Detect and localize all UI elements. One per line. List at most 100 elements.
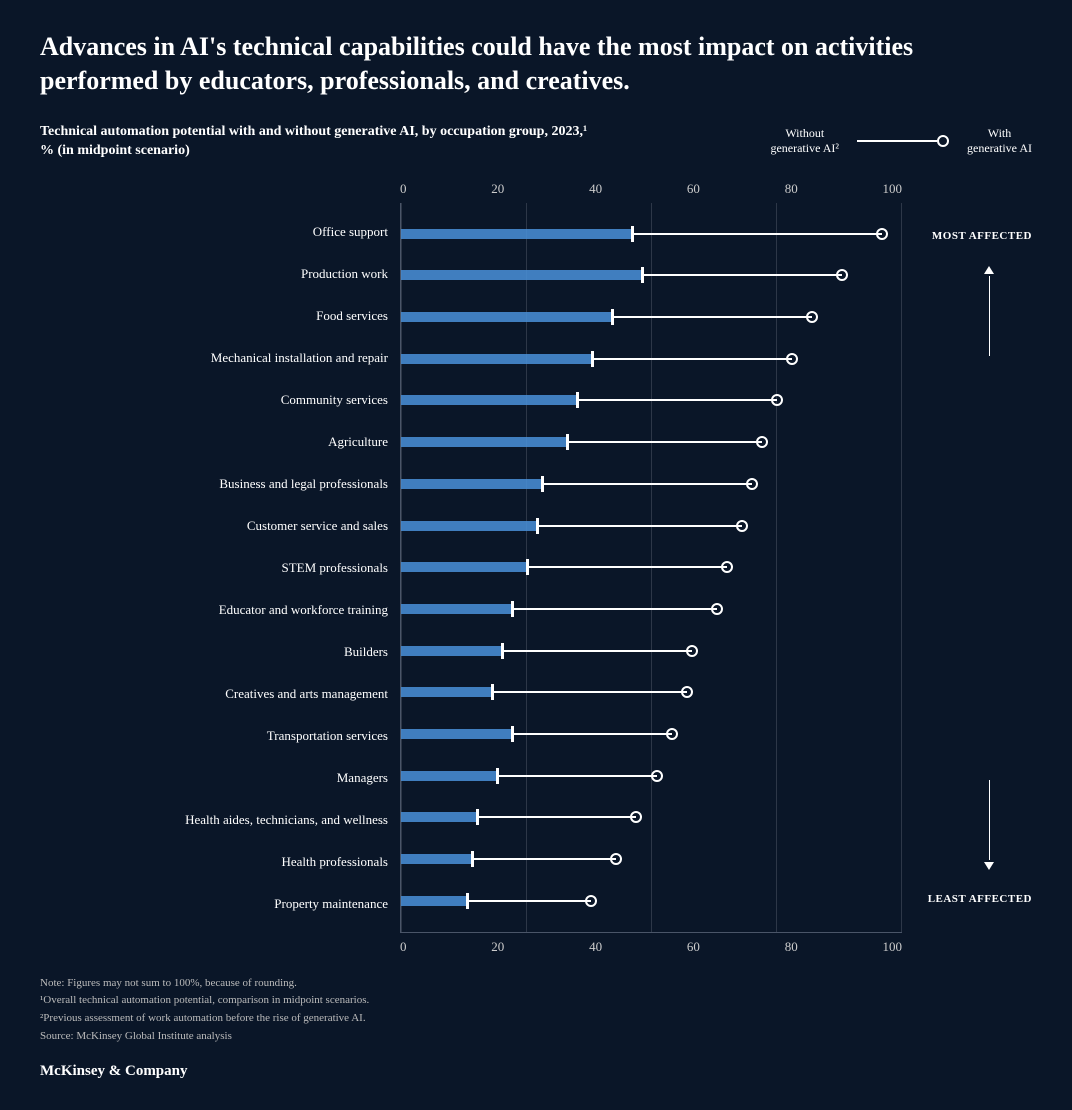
bar-circle-with-gen-ai — [786, 353, 798, 365]
bar-row — [401, 553, 902, 581]
footnote: ¹Overall technical automation potential,… — [40, 992, 1032, 1010]
legend-without-label: Without generative AI² — [770, 126, 839, 157]
bar-circle-with-gen-ai — [681, 686, 693, 698]
bar-circle-with-gen-ai — [721, 561, 733, 573]
bar-connector — [476, 816, 636, 818]
bar-row — [401, 261, 902, 289]
least-affected-label: LEAST AFFECTED — [928, 892, 1032, 906]
bar-without-gen-ai — [401, 604, 511, 614]
bar-without-gen-ai — [401, 354, 591, 364]
bar-connector — [501, 650, 691, 652]
chart-right: 020406080100 020406080100 — [400, 181, 902, 955]
y-label: Educator and workforce training — [40, 589, 400, 631]
footnote: Note: Figures may not sum to 100%, becau… — [40, 975, 1032, 993]
y-label: Transportation services — [40, 715, 400, 757]
y-label: Production work — [40, 253, 400, 295]
bar-row — [401, 220, 902, 248]
arrow-line-top — [989, 276, 990, 356]
bar-connector — [591, 358, 791, 360]
bar-connector — [491, 691, 686, 693]
bar-connector — [641, 274, 841, 276]
x-axis-top-label: 40 — [589, 181, 602, 197]
bar-connector — [466, 900, 591, 902]
y-label: Property maintenance — [40, 883, 400, 925]
legend-with-label: With generative AI — [967, 126, 1032, 157]
bar-without-gen-ai — [401, 896, 466, 906]
bar-circle-with-gen-ai — [711, 603, 723, 615]
bar-connector — [541, 483, 751, 485]
bar-row — [401, 470, 902, 498]
most-affected-arrow — [984, 266, 994, 356]
x-axis-bottom-label: 60 — [687, 939, 700, 955]
x-axis-bottom-label: 80 — [785, 939, 798, 955]
x-axis-bottom-label: 100 — [882, 939, 902, 955]
footnote: ²Previous assessment of work automation … — [40, 1010, 1032, 1028]
bar-without-gen-ai — [401, 729, 511, 739]
bars-container — [401, 203, 902, 932]
bar-connector — [471, 858, 616, 860]
y-labels: Office supportProduction workFood servic… — [40, 181, 400, 955]
x-axis-top-label: 80 — [785, 181, 798, 197]
y-label: Business and legal professionals — [40, 463, 400, 505]
y-label: Agriculture — [40, 421, 400, 463]
bar-without-gen-ai — [401, 854, 471, 864]
bar-connector — [511, 733, 671, 735]
chart-subtitle: Technical automation potential with and … — [40, 122, 600, 161]
legend-line — [857, 135, 949, 147]
x-axis-top-label: 20 — [491, 181, 504, 197]
y-label: Builders — [40, 631, 400, 673]
y-label: Managers — [40, 757, 400, 799]
arrow-head-down — [984, 862, 994, 870]
bar-row — [401, 595, 902, 623]
y-label: Mechanical installation and repair — [40, 337, 400, 379]
y-label: Health professionals — [40, 841, 400, 883]
bar-without-gen-ai — [401, 687, 491, 697]
arrow-line-bottom — [989, 780, 990, 860]
x-axis-top-label: 60 — [687, 181, 700, 197]
y-label: Office support — [40, 211, 400, 253]
footnote: Source: McKinsey Global Institute analys… — [40, 1028, 1032, 1046]
x-axis-bottom-label: 0 — [400, 939, 407, 955]
y-label: STEM professionals — [40, 547, 400, 589]
bar-row — [401, 720, 902, 748]
bar-row — [401, 386, 902, 414]
y-label: Community services — [40, 379, 400, 421]
bar-circle-with-gen-ai — [585, 895, 597, 907]
bar-row — [401, 303, 902, 331]
bar-circle-with-gen-ai — [651, 770, 663, 782]
bar-circle-with-gen-ai — [666, 728, 678, 740]
legend: Without generative AI² With generative A… — [770, 126, 1032, 157]
least-affected-arrow — [984, 780, 994, 870]
bar-without-gen-ai — [401, 812, 476, 822]
bar-circle-with-gen-ai — [836, 269, 848, 281]
bar-without-gen-ai — [401, 395, 576, 405]
chart-area: Office supportProduction workFood servic… — [40, 181, 902, 955]
bar-connector — [511, 608, 716, 610]
bar-circle-with-gen-ai — [610, 853, 622, 865]
grid-and-bars — [400, 203, 902, 933]
bar-connector — [576, 399, 776, 401]
bar-connector — [526, 566, 726, 568]
x-axis-top-label: 100 — [882, 181, 902, 197]
most-affected-label: MOST AFFECTED — [932, 229, 1032, 243]
bar-circle-with-gen-ai — [686, 645, 698, 657]
bar-without-gen-ai — [401, 229, 631, 239]
bar-without-gen-ai — [401, 312, 611, 322]
brand: McKinsey & Company — [40, 1063, 1032, 1080]
bar-without-gen-ai — [401, 437, 566, 447]
bar-connector — [566, 441, 761, 443]
bar-connector — [631, 233, 882, 235]
bar-row — [401, 428, 902, 456]
bar-row — [401, 762, 902, 790]
y-label: Customer service and sales — [40, 505, 400, 547]
x-axis-bottom: 020406080100 — [400, 933, 902, 955]
bar-row — [401, 637, 902, 665]
bar-row — [401, 345, 902, 373]
bar-circle-with-gen-ai — [746, 478, 758, 490]
bar-connector — [611, 316, 811, 318]
bar-circle-with-gen-ai — [736, 520, 748, 532]
bar-circle-with-gen-ai — [876, 228, 888, 240]
main-title: Advances in AI's technical capabilities … — [40, 30, 940, 98]
bar-row — [401, 512, 902, 540]
y-label: Creatives and arts management — [40, 673, 400, 715]
